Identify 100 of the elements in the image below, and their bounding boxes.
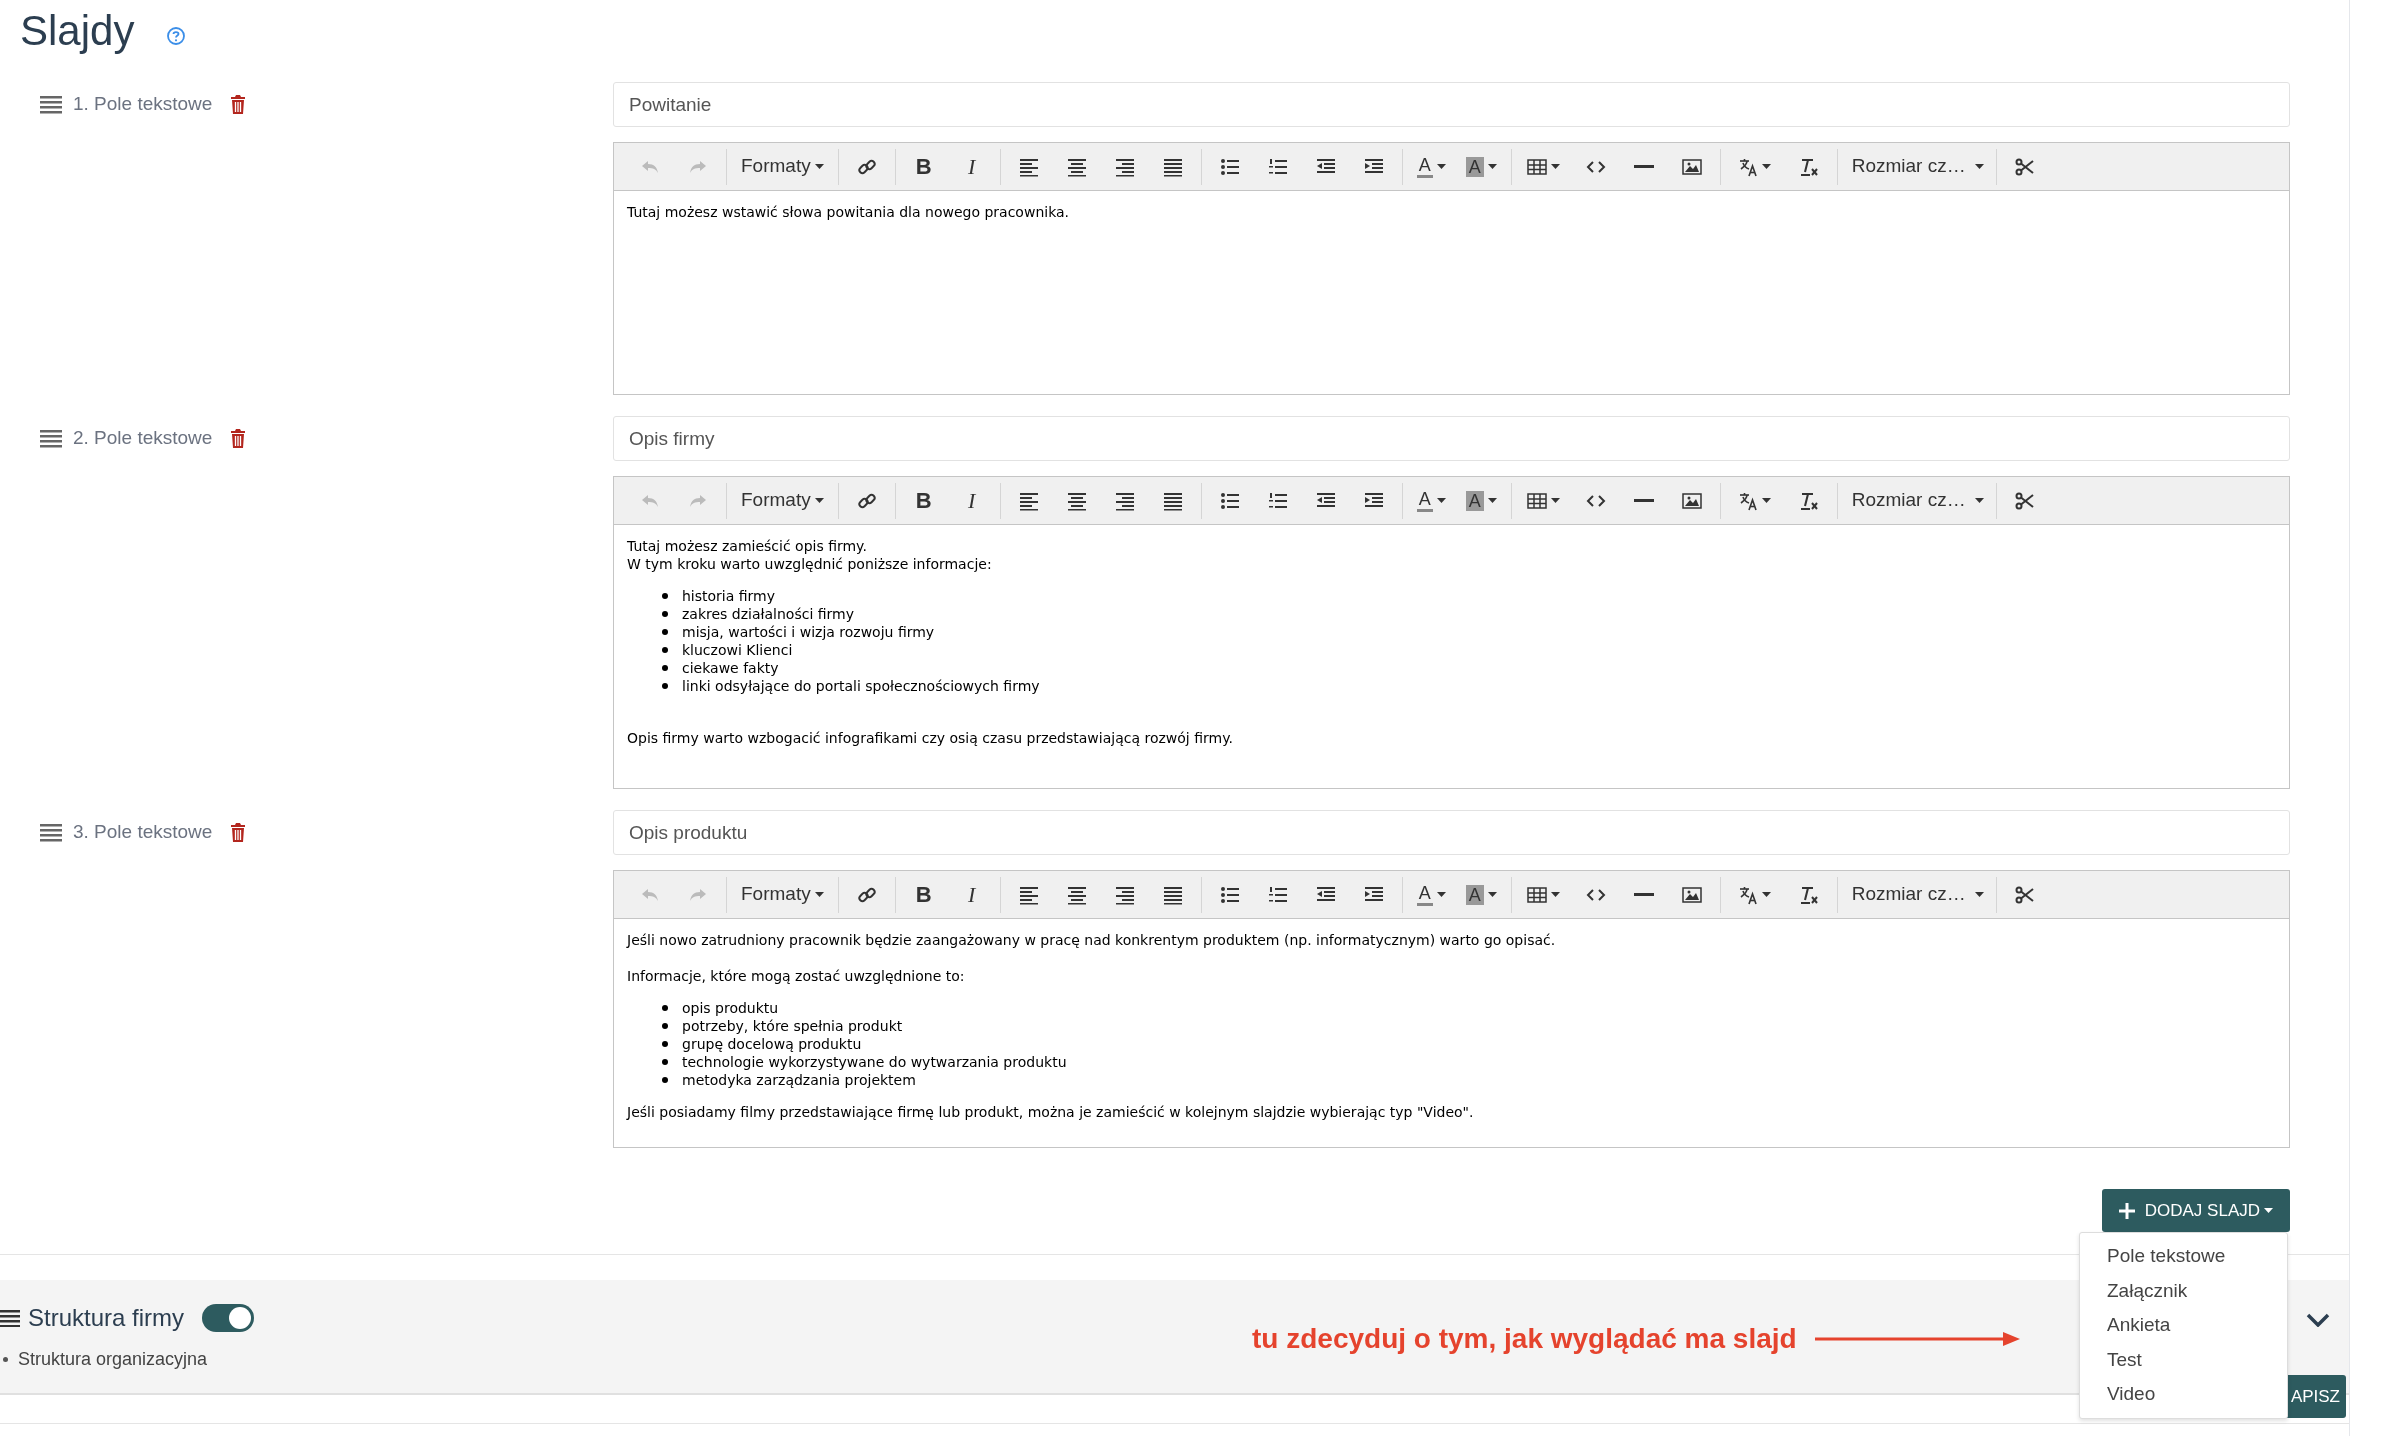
trash-icon[interactable] — [230, 429, 247, 448]
caret-icon — [814, 164, 824, 169]
align-justify-icon — [1162, 490, 1183, 511]
paragraph: W tym kroku warto uwzględnić poniższe informacje: — [627, 555, 993, 573]
text-color-button[interactable]: A — [1406, 876, 1456, 913]
page-title: Slajdy — [20, 10, 135, 52]
menu-item[interactable]: Test — [2080, 1342, 2287, 1377]
text-color-button[interactable]: A — [1406, 148, 1456, 185]
menu-item[interactable]: Załącznik — [2080, 1273, 2287, 1308]
formats-dropdown[interactable]: Formaty — [731, 876, 834, 913]
trash-icon[interactable] — [230, 823, 247, 842]
trash-icon[interactable] — [230, 95, 247, 114]
align-right-icon — [1114, 156, 1135, 177]
horizontal-line-icon — [1633, 165, 1654, 168]
align-center-icon — [1066, 884, 1087, 905]
bullet-icon — [662, 629, 668, 635]
slide-title-field[interactable]: Powitanie — [613, 82, 2290, 127]
list-item: potrzeby, które spełnia produkt — [682, 1017, 903, 1035]
formats-dropdown[interactable]: Formaty — [731, 148, 834, 185]
align-right-icon — [1114, 490, 1135, 511]
align-justify-icon — [1162, 156, 1183, 177]
caret-icon — [1762, 164, 1772, 169]
align-right-icon — [1114, 884, 1135, 905]
translate-icon — [1738, 156, 1759, 177]
annotation-text: tu zdecyduj o tym, jak wyglądać ma slajd — [1252, 1322, 1797, 1356]
bullet-icon — [662, 1005, 668, 1011]
table-icon — [1527, 490, 1548, 511]
table-icon — [1527, 156, 1548, 177]
list-item: kluczowi Klienci — [682, 641, 793, 659]
align-left-icon — [1018, 156, 1039, 177]
paragraph: Tutaj możesz zamieścić opis firmy. — [627, 537, 868, 555]
clear-formatting-icon — [1798, 884, 1819, 905]
bullet-icon — [662, 1077, 668, 1083]
image-icon — [1681, 884, 1702, 905]
clear-formatting-icon — [1798, 490, 1819, 511]
bold-button[interactable]: B — [899, 876, 948, 913]
caret-icon — [1551, 892, 1561, 897]
text-color-button[interactable]: A — [1406, 482, 1456, 519]
caret-icon — [2264, 1208, 2273, 1213]
bullet-icon — [662, 1041, 668, 1047]
image-icon — [1681, 156, 1702, 177]
align-left-icon — [1018, 884, 1039, 905]
help-icon[interactable] — [166, 26, 187, 46]
background-color-button[interactable]: A — [1455, 876, 1507, 913]
caret-icon — [1762, 498, 1772, 503]
plus-icon — [2118, 1202, 2135, 1219]
numbered-list-icon — [1267, 490, 1288, 511]
font-size-dropdown[interactable]: Rozmiar cz… — [1841, 482, 1992, 519]
paragraph: Opis firmy warto wzbogacić infografikami czy osią czasu przedstawiającą rozwój firmy. — [627, 729, 1234, 747]
background-color-button[interactable]: A — [1455, 482, 1507, 519]
font-size-dropdown[interactable]: Rozmiar cz… — [1841, 148, 1992, 185]
list-item: ciekawe fakty — [682, 659, 779, 677]
paragraph: Jeśli posiadamy filmy przedstawiające firmę lub produkt, można je zamieścić w kolejnym slajdzie wybierając typ "Video". — [627, 1103, 1475, 1121]
bold-button[interactable]: B — [899, 482, 948, 519]
bullet-icon — [3, 1357, 8, 1362]
horizontal-line-icon — [1633, 893, 1654, 896]
translate-icon — [1738, 884, 1759, 905]
add-slide-button[interactable]: DODAJ SLAJD — [2101, 1189, 2290, 1232]
slide-title-field[interactable]: Opis firmy — [613, 416, 2290, 461]
align-left-icon — [1018, 490, 1039, 511]
bold-button[interactable]: B — [899, 148, 948, 185]
horizontal-line-icon — [1633, 499, 1654, 502]
bullet-icon — [662, 611, 668, 617]
bullet-icon — [662, 683, 668, 689]
menu-item[interactable]: Pole tekstowe — [2080, 1239, 2287, 1274]
image-icon — [1681, 490, 1702, 511]
bullet-icon — [662, 665, 668, 671]
slide-title-field[interactable]: Opis produktu — [613, 810, 2290, 855]
bullet-icon — [662, 1023, 668, 1029]
caret-icon — [1487, 498, 1497, 503]
caret-icon — [814, 892, 824, 897]
slide-label: 2. Pole tekstowe — [73, 426, 213, 451]
scissors-icon — [2014, 156, 2035, 177]
table-icon — [1527, 884, 1548, 905]
drag-handle-icon — [40, 95, 62, 114]
bullet-list-icon — [1219, 490, 1240, 511]
paragraph: Informacje, które mogą zostać uwzględnione to: — [627, 967, 966, 985]
italic-button[interactable]: I — [947, 876, 996, 913]
toggle-switch[interactable] — [202, 1304, 255, 1332]
caret-icon — [1436, 164, 1446, 169]
align-center-icon — [1066, 156, 1087, 177]
caret-icon — [1974, 892, 1984, 897]
list-item: grupę docelową produktu — [682, 1035, 862, 1053]
list-item: historia firmy — [682, 587, 776, 605]
arrow-icon — [1814, 1332, 2020, 1346]
background-color-button[interactable]: A — [1455, 148, 1507, 185]
formats-dropdown[interactable]: Formaty — [731, 482, 834, 519]
menu-item[interactable]: Video — [2080, 1377, 2287, 1412]
italic-button[interactable]: I — [947, 148, 996, 185]
chevron-down-icon[interactable] — [2306, 1313, 2330, 1327]
bullet-list-icon — [1219, 156, 1240, 177]
paragraph: Jeśli nowo zatrudniony pracownik będzie zaangażowany w pracę nad konkrentym produktem (np. informatycznym) warto go opisać. — [627, 931, 1557, 949]
font-size-dropdown[interactable]: Rozmiar cz… — [1841, 876, 1992, 913]
caret-icon — [1974, 164, 1984, 169]
bullet-icon — [662, 647, 668, 653]
caret-icon — [1487, 892, 1497, 897]
caret-icon — [1974, 498, 1984, 503]
italic-button[interactable]: I — [947, 482, 996, 519]
numbered-list-icon — [1267, 156, 1288, 177]
menu-item[interactable]: Ankieta — [2080, 1308, 2287, 1343]
